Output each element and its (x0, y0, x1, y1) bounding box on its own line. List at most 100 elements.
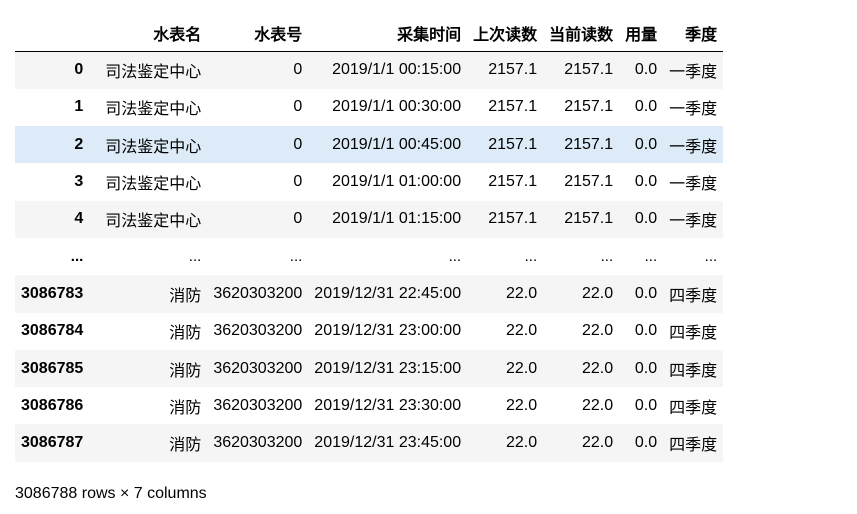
table-cell: 一季度 (669, 213, 718, 231)
table-cell: 0 (293, 210, 303, 228)
row-index: 3 (74, 173, 84, 191)
table-cell: 四季度 (669, 399, 718, 417)
table-cell: 司法鉴定中心 (105, 101, 202, 119)
shape-summary: 3086788 rows × 7 columns (15, 485, 207, 502)
header-row: 水表名 水表号 采集时间 上次读数 当前读数 用量 季度 (15, 14, 724, 52)
table-cell: 0.0 (634, 210, 658, 228)
table-cell: 0.0 (634, 135, 658, 153)
table-cell: 3620303200 (213, 434, 303, 452)
table-row: 3 司法鉴定中心 0 2019/1/1 01:00:00 2157.1 2157.1 0.0… (15, 163, 724, 201)
table-cell: 2157.1 (488, 210, 538, 228)
table-cell: 22.0 (582, 322, 614, 340)
table-cell: 0.0 (634, 98, 658, 116)
table-cell: 2157.1 (488, 98, 538, 116)
table-cell: 2157.1 (488, 173, 538, 191)
table-row: 3086785 消防 3620303200 2019/12/31 23:15:00 22… (15, 349, 724, 388)
table-row: 4 司法鉴定中心 0 2019/1/1 01:15:00 2157.1 2157.1 0.0… (15, 200, 724, 238)
table-cell: 2019/12/31 23:30:00 (314, 396, 462, 414)
column-header: 水表名 (99, 14, 208, 52)
table-cell: 消防 (169, 437, 202, 455)
row-index: 2 (74, 135, 84, 153)
table-cell: 2157.1 (564, 98, 614, 116)
table-cell: 司法鉴定中心 (105, 176, 202, 194)
column-header: 上次读数 (467, 14, 544, 52)
table-cell: 0.0 (634, 359, 658, 377)
table-row: 1 司法鉴定中心 0 2019/1/1 00:30:00 2157.1 2157.1 0.0… (15, 88, 724, 127)
row-index: 3086787 (21, 434, 84, 452)
table-cell: 0.0 (634, 61, 658, 79)
table-cell: 0 (293, 173, 303, 191)
table-cell: 22.0 (505, 434, 538, 452)
table-cell: 2019/12/31 22:45:00 (314, 284, 462, 302)
table-row: 3086786 消防 3620303200 2019/12/31 23:30:00 22… (15, 387, 724, 425)
table-cell: 0.0 (634, 173, 658, 191)
table-cell: ... (524, 248, 538, 266)
column-header: 采集时间 (308, 14, 468, 52)
table-cell: ... (188, 248, 202, 266)
table-cell: 0 (293, 98, 303, 116)
column-header: 水表号 (207, 14, 309, 52)
table-cell: 0.0 (634, 322, 658, 340)
column-header: 季度 (663, 14, 724, 52)
table-row: 3086783 消防 3620303200 2019/12/31 22:45:00 22… (15, 275, 724, 313)
row-index: 3086786 (21, 396, 84, 414)
row-index: 1 (74, 98, 84, 116)
table-cell: 消防 (169, 325, 202, 343)
row-index: 0 (74, 61, 84, 79)
table-cell: ... (644, 248, 658, 266)
ellipsis-row: ........................ (15, 237, 724, 276)
row-index: 4 (74, 210, 84, 228)
table-cell: ... (448, 248, 462, 266)
table-cell: 22.0 (505, 284, 538, 302)
table-cell: 2157.1 (564, 173, 614, 191)
column-header: 当前读数 (543, 14, 620, 52)
table-cell: 司法鉴定中心 (105, 213, 202, 231)
dataframe-table: 水表名 水表号 采集时间 上次读数 当前读数 用量 季度 0 司法鉴定中心 0 201… (15, 14, 724, 462)
table-cell: ... (600, 248, 614, 266)
dataframe-output: 水表名 水表号 采集时间 上次读数 当前读数 用量 季度 0 司法鉴定中心 0 201… (15, 14, 724, 462)
table-row: 3086787 消防 3620303200 2019/12/31 23:45:00 22… (15, 424, 724, 462)
table-cell: 四季度 (669, 437, 718, 455)
table-cell: 消防 (169, 399, 202, 417)
table-cell: 22.0 (505, 396, 538, 414)
table-cell: 四季度 (669, 325, 718, 343)
table-cell: 2019/1/1 00:45:00 (332, 135, 462, 153)
table-header: 水表名 水表号 采集时间 上次读数 当前读数 用量 季度 (15, 14, 724, 52)
table-cell: 0.0 (634, 284, 658, 302)
table-cell: 0 (293, 61, 303, 79)
table-cell: 22.0 (582, 396, 614, 414)
table-cell: 22.0 (505, 322, 538, 340)
table-cell: 2157.1 (488, 61, 538, 79)
table-cell: 0 (293, 135, 303, 153)
table-cell: 一季度 (669, 138, 718, 156)
table-cell: 四季度 (669, 362, 718, 380)
table-cell: 2157.1 (564, 135, 614, 153)
table-cell: ... (289, 248, 303, 266)
table-row: 3086784 消防 3620303200 2019/12/31 23:00:00 22… (15, 312, 724, 350)
table-cell: 3620303200 (213, 396, 303, 414)
table-cell: 0.0 (634, 396, 658, 414)
table-cell: 2019/12/31 23:00:00 (314, 322, 462, 340)
row-index: 3086783 (21, 284, 84, 302)
table-cell: 四季度 (669, 287, 718, 305)
table-cell: 一季度 (669, 101, 718, 119)
table-cell: ... (704, 248, 718, 266)
table-cell: 3620303200 (213, 322, 303, 340)
table-cell: 消防 (169, 362, 202, 380)
row-index: 3086785 (21, 359, 84, 377)
table-cell: 消防 (169, 287, 202, 305)
table-cell: 22.0 (582, 284, 614, 302)
row-index: ... (70, 248, 84, 266)
row-index: 3086784 (21, 322, 84, 340)
table-cell: 3620303200 (213, 359, 303, 377)
column-header: 用量 (619, 14, 664, 52)
table-row: 0 司法鉴定中心 0 2019/1/1 00:15:00 2157.1 2157.1 0.0… (15, 51, 724, 89)
table-cell: 一季度 (669, 64, 718, 82)
table-cell: 3620303200 (213, 284, 303, 302)
table-cell: 22.0 (582, 434, 614, 452)
table-cell: 2019/1/1 00:30:00 (332, 98, 462, 116)
table-cell: 22.0 (505, 359, 538, 377)
table-cell: 2157.1 (564, 210, 614, 228)
table-cell: 2019/1/1 00:15:00 (332, 61, 462, 79)
table-cell: 2019/12/31 23:15:00 (314, 359, 462, 377)
